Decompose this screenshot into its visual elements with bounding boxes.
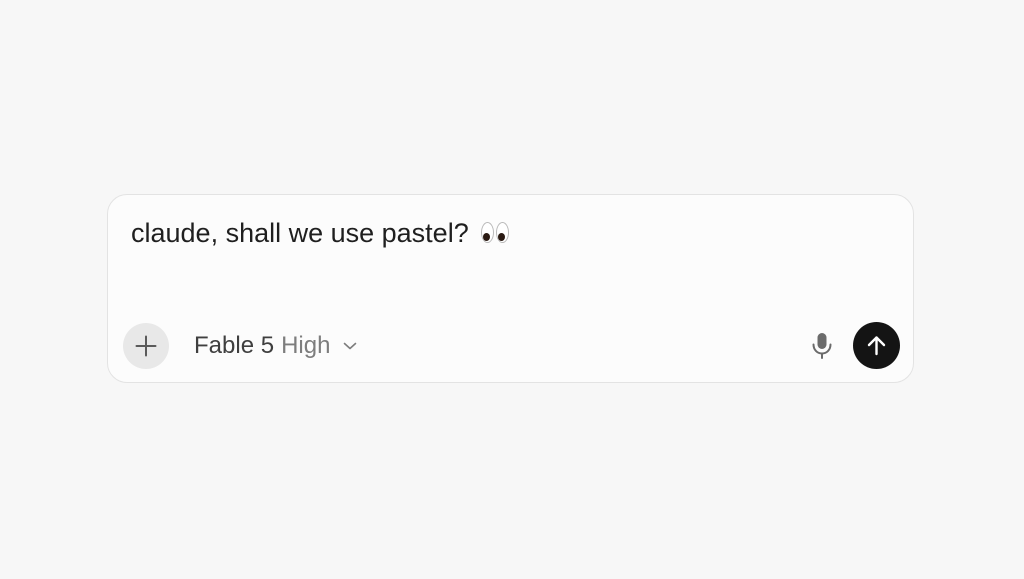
send-button[interactable] [853, 322, 900, 369]
chevron-down-icon [344, 342, 357, 350]
message-text: claude, shall we use pastel? [131, 218, 469, 248]
voice-input-button[interactable] [805, 329, 839, 363]
attach-button[interactable] [123, 323, 169, 369]
plus-icon [135, 335, 157, 357]
message-input[interactable]: claude, shall we use pastel? [131, 215, 889, 251]
model-name: Fable 5 [194, 332, 275, 359]
microphone-icon [812, 333, 832, 359]
eyes-emoji-icon [480, 221, 512, 245]
model-selector[interactable]: Fable 5 High [194, 329, 357, 363]
arrow-up-icon [867, 336, 886, 356]
effort-level: High [281, 332, 331, 359]
message-composer[interactable]: claude, shall we use pastel? Fable 5 Hig… [107, 194, 914, 383]
